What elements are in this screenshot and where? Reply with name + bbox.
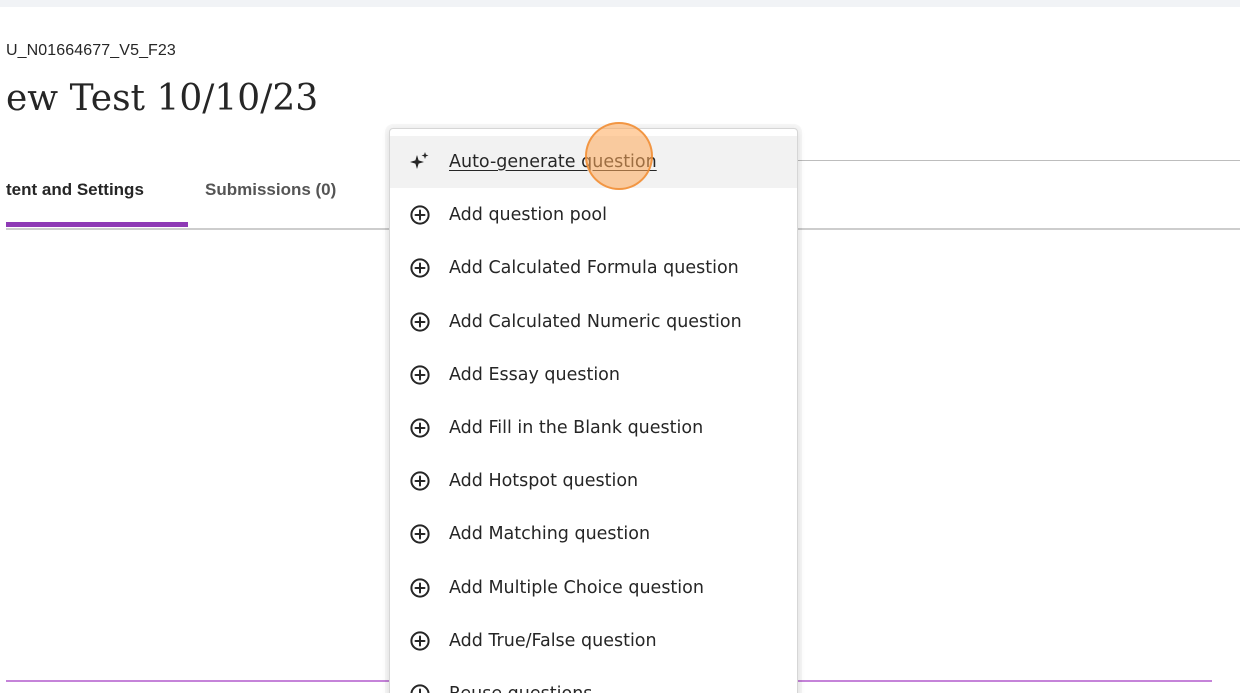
menu-item-label: Add Matching question bbox=[449, 524, 651, 545]
plus-circle-icon bbox=[408, 203, 432, 227]
plus-circle-icon bbox=[408, 416, 432, 440]
menu-item[interactable]: Add Calculated Formula question bbox=[390, 242, 797, 294]
plus-circle-icon bbox=[408, 522, 432, 546]
plus-circle-icon bbox=[408, 682, 432, 693]
add-question-menu: Auto-generate question Add question pool A… bbox=[389, 128, 798, 693]
tab-content-and-settings[interactable]: tent and Settings bbox=[6, 180, 144, 200]
menu-item[interactable]: Auto-generate question bbox=[390, 136, 797, 188]
menu-item-label: Auto-generate question bbox=[449, 152, 657, 172]
course-id: U_N01664677_V5_F23 bbox=[6, 42, 176, 59]
menu-item[interactable]: Add Multiple Choice question bbox=[390, 562, 797, 614]
menu-item-label: Add True/False question bbox=[449, 630, 657, 651]
page-title: ew Test 10/10/23 bbox=[6, 78, 319, 119]
plus-circle-icon bbox=[408, 256, 432, 280]
plus-circle-icon bbox=[408, 576, 432, 600]
menu-item-label: Add Fill in the Blank question bbox=[449, 418, 704, 438]
menu-item[interactable]: Add Matching question bbox=[390, 508, 797, 560]
menu-item-label: Add Hotspot question bbox=[449, 471, 639, 492]
menu-item[interactable]: Add Hotspot question bbox=[390, 455, 797, 507]
top-strip bbox=[0, 0, 1240, 7]
menu-item[interactable]: Add True/False question bbox=[390, 615, 797, 667]
plus-circle-icon bbox=[408, 629, 432, 653]
sparkle-icon bbox=[408, 150, 432, 174]
menu-item[interactable]: Add Calculated Numeric question bbox=[390, 296, 797, 348]
menu-item-label: Add question pool bbox=[449, 205, 607, 226]
menu-item[interactable]: Add Fill in the Blank question bbox=[390, 402, 797, 454]
menu-item[interactable]: Add question pool bbox=[390, 189, 797, 241]
plus-circle-icon bbox=[408, 363, 432, 387]
menu-item-label: Add Essay question bbox=[449, 364, 620, 385]
tab-submissions[interactable]: Submissions (0) bbox=[205, 180, 336, 200]
menu-item[interactable]: Add Essay question bbox=[390, 349, 797, 401]
menu-item-label: Add Calculated Formula question bbox=[449, 258, 739, 279]
menu-item-label: Add Multiple Choice question bbox=[449, 577, 704, 598]
active-tab-indicator bbox=[6, 222, 188, 227]
menu-item-label: Add Calculated Numeric question bbox=[449, 311, 742, 332]
menu-item[interactable]: Reuse questions bbox=[390, 668, 797, 693]
plus-circle-icon bbox=[408, 310, 432, 334]
menu-item-label: Reuse questions bbox=[449, 684, 592, 693]
plus-circle-icon bbox=[408, 469, 432, 493]
